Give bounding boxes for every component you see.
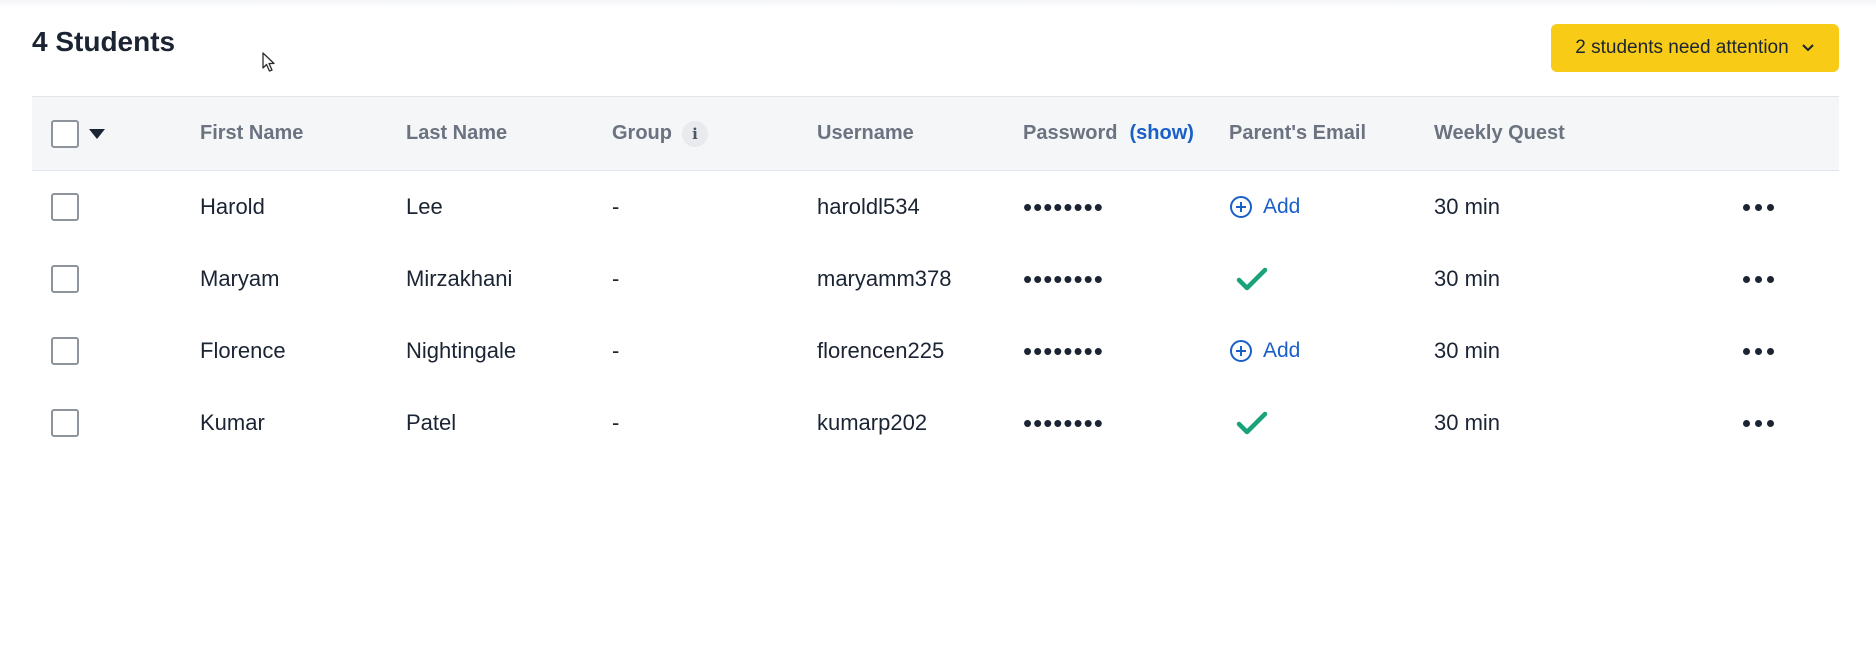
table-row: Kumar Patel - kumarp202 •••••••• 30 min [32, 387, 1839, 459]
weekly-quest-cell: 30 min [1434, 194, 1501, 219]
group-cell: - [612, 194, 620, 219]
row-checkbox-cell [51, 387, 79, 459]
add-email-label: Add [1263, 339, 1301, 362]
column-group: Group i [612, 97, 708, 170]
more-horizontal-icon [1743, 203, 1750, 211]
username-cell: florencen225 [817, 338, 945, 363]
first-name-cell: Florence [200, 338, 286, 363]
row-checkbox-cell [51, 315, 79, 387]
parents-email-cell [1229, 387, 1269, 459]
info-icon[interactable]: i [682, 120, 708, 147]
parents-email-cell: Add [1229, 171, 1300, 243]
show-passwords-link[interactable]: (show) [1129, 122, 1193, 145]
parents-email-cell [1229, 243, 1269, 315]
password-cell: •••••••• [1023, 335, 1104, 366]
more-horizontal-icon [1743, 275, 1750, 283]
username-cell: kumarp202 [817, 410, 928, 435]
checkmark-icon [1236, 267, 1268, 291]
row-more-cell [1743, 171, 1774, 243]
more-options-button[interactable] [1743, 419, 1774, 427]
row-checkbox[interactable] [51, 265, 79, 293]
username-cell: maryamm378 [817, 266, 952, 291]
column-password: Password (show) [1023, 97, 1194, 170]
row-checkbox[interactable] [51, 409, 79, 437]
attention-label: 2 students need attention [1575, 37, 1789, 58]
column-password-label: Password [1023, 122, 1118, 144]
page-title: 4 Students [32, 26, 176, 57]
add-email-label: Add [1263, 195, 1301, 218]
column-username: Username [817, 122, 914, 144]
password-cell: •••••••• [1023, 263, 1104, 294]
row-checkbox-cell [51, 243, 79, 315]
add-email-button[interactable]: Add [1229, 339, 1300, 363]
attention-dropdown-button[interactable]: 2 students need attention [1551, 24, 1839, 72]
column-parents-email: Parent's Email [1229, 122, 1367, 144]
more-options-button[interactable] [1743, 347, 1774, 355]
mouse-cursor-icon [262, 52, 275, 72]
row-more-cell [1743, 243, 1774, 315]
students-table: First Name Last Name Group i Username Pa… [32, 96, 1839, 459]
add-email-button[interactable]: Add [1229, 195, 1300, 219]
row-checkbox-cell [51, 171, 79, 243]
column-last-name: Last Name [406, 122, 508, 144]
top-shadow [0, 0, 1876, 8]
last-name-cell: Patel [406, 410, 457, 435]
table-body: Harold Lee - haroldl534 •••••••• Add 30 … [32, 171, 1839, 459]
column-first-name: First Name [200, 122, 304, 144]
more-horizontal-icon [1743, 419, 1750, 427]
select-all-control [51, 97, 105, 170]
select-all-checkbox[interactable] [51, 119, 79, 148]
first-name-cell: Kumar [200, 410, 265, 435]
plus-circle-icon [1230, 196, 1252, 218]
row-more-cell [1743, 387, 1774, 459]
last-name-cell: Nightingale [406, 338, 517, 363]
more-horizontal-icon [1743, 347, 1750, 355]
group-cell: - [612, 266, 620, 291]
group-cell: - [612, 338, 620, 363]
row-checkbox[interactable] [51, 337, 79, 365]
password-cell: •••••••• [1023, 407, 1104, 438]
first-name-cell: Harold [200, 194, 265, 219]
row-checkbox[interactable] [51, 193, 79, 221]
table-row: Maryam Mirzakhani - maryamm378 •••••••• … [32, 243, 1839, 315]
column-group-label: Group [612, 122, 672, 144]
chevron-down-icon [1801, 44, 1814, 52]
first-name-cell: Maryam [200, 266, 280, 291]
weekly-quest-cell: 30 min [1434, 338, 1501, 363]
password-cell: •••••••• [1023, 191, 1104, 222]
group-cell: - [612, 410, 620, 435]
table-row: Florence Nightingale - florencen225 ••••… [32, 315, 1839, 387]
caret-down-icon[interactable] [89, 128, 105, 139]
last-name-cell: Lee [406, 194, 443, 219]
table-row: Harold Lee - haroldl534 •••••••• Add 30 … [32, 171, 1839, 243]
last-name-cell: Mirzakhani [406, 266, 513, 291]
weekly-quest-cell: 30 min [1434, 266, 1501, 291]
more-options-button[interactable] [1743, 203, 1774, 211]
more-options-button[interactable] [1743, 275, 1774, 283]
weekly-quest-cell: 30 min [1434, 410, 1501, 435]
table-header: First Name Last Name Group i Username Pa… [32, 96, 1839, 171]
parents-email-cell: Add [1229, 315, 1300, 387]
plus-circle-icon [1230, 340, 1252, 362]
username-cell: haroldl534 [817, 194, 920, 219]
column-weekly-quest: Weekly Quest [1434, 122, 1565, 144]
row-more-cell [1743, 315, 1774, 387]
checkmark-icon [1236, 411, 1268, 435]
